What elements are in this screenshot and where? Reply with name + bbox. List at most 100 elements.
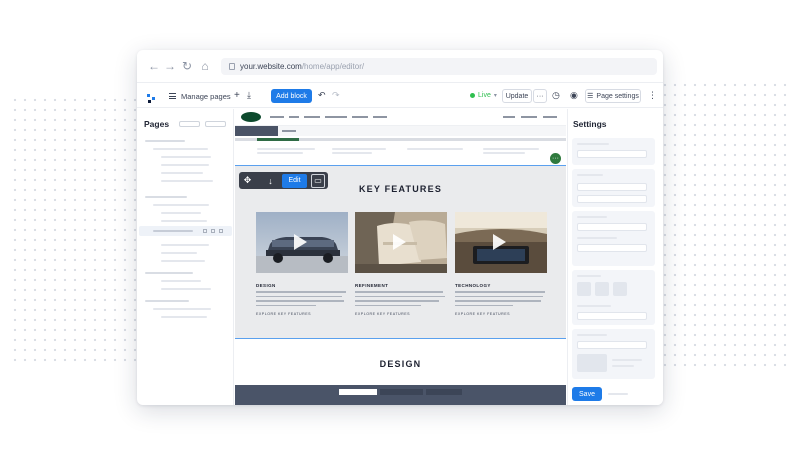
page-tree-item[interactable]	[161, 244, 209, 246]
key-features-block[interactable]: ✥ ↓ Edit ▭ KEY FEATURES DESIGN EXPLORE K…	[235, 165, 566, 339]
settings-footer-label	[608, 393, 628, 395]
forward-arrow-icon[interactable]: →	[163, 59, 177, 73]
site-menu-link[interactable]	[543, 116, 557, 118]
page-tree-item[interactable]	[161, 164, 209, 166]
key-features-heading: KEY FEATURES	[358, 184, 443, 194]
site-nav-link[interactable]	[289, 116, 299, 118]
feature-card: REFINEMENT EXPLORE KEY FEATURES	[355, 212, 447, 316]
page-settings-button[interactable]: ☰ Page settings	[585, 89, 641, 103]
subnav-active-tab[interactable]	[235, 126, 278, 136]
kebab-menu-icon[interactable]: ⋮	[648, 90, 657, 101]
site-search-link[interactable]	[503, 116, 515, 118]
settings-preview-box[interactable]	[577, 354, 607, 372]
page-tree-item[interactable]	[161, 288, 211, 290]
play-icon[interactable]	[393, 234, 406, 250]
settings-select[interactable]	[577, 341, 647, 349]
settings-input[interactable]	[577, 244, 647, 252]
card-image-technology[interactable]	[455, 212, 547, 273]
settings-option-tile[interactable]	[613, 282, 627, 296]
page-tree-item[interactable]	[145, 140, 185, 142]
settings-option-tile[interactable]	[577, 282, 591, 296]
settings-input[interactable]	[577, 312, 647, 320]
plus-icon[interactable]: +	[234, 90, 240, 101]
block-options-icon[interactable]: ···	[550, 153, 561, 164]
page-tree-item[interactable]	[145, 300, 189, 302]
card-link[interactable]: EXPLORE KEY FEATURES	[355, 312, 447, 316]
page-copy-icon[interactable]	[203, 229, 207, 233]
eye-icon[interactable]: ◉	[570, 90, 578, 101]
card-link[interactable]: EXPLORE KEY FEATURES	[256, 312, 348, 316]
site-nav-link[interactable]	[373, 116, 387, 118]
chevron-down-icon: ▾	[493, 93, 497, 99]
settings-section	[572, 329, 655, 379]
import-icon[interactable]: ⤓	[247, 90, 251, 101]
update-more-button[interactable]: ···	[533, 89, 547, 103]
play-icon[interactable]	[493, 234, 506, 250]
card-text-line	[355, 291, 443, 293]
site-nav-link[interactable]	[325, 116, 347, 118]
site-nav-link[interactable]	[270, 116, 284, 118]
page-tree-item[interactable]	[153, 204, 209, 206]
page-tree-item[interactable]	[161, 252, 197, 254]
address-bar[interactable]: your.website.com/home/app/editor/	[221, 58, 657, 75]
app-logo-icon	[147, 91, 156, 103]
page-tree-item[interactable]	[161, 172, 203, 174]
settings-select[interactable]	[577, 183, 647, 191]
save-button[interactable]: Save	[572, 387, 602, 401]
page-tree-item-selected[interactable]	[139, 226, 232, 236]
reload-icon[interactable]: ↻	[180, 59, 194, 73]
page-tree-item[interactable]	[161, 316, 207, 318]
back-arrow-icon[interactable]: ←	[147, 59, 161, 73]
page-tree-item[interactable]	[161, 280, 201, 282]
design-heading: DESIGN	[379, 359, 422, 369]
undo-icon[interactable]: ↶	[318, 90, 326, 101]
page-tree-item[interactable]	[153, 308, 211, 310]
page-tree-item[interactable]	[145, 272, 193, 274]
settings-select[interactable]	[577, 195, 647, 203]
manage-pages-button[interactable]: Manage pages	[169, 90, 231, 102]
site-nav-link[interactable]	[352, 116, 368, 118]
settings-label	[612, 365, 634, 367]
settings-label	[577, 334, 607, 336]
page-canvas[interactable]: ··· ✥ ↓ Edit ▭ KEY FEATURES DESIGN EXPLO…	[235, 109, 566, 405]
design-tab[interactable]	[426, 389, 462, 395]
settings-input[interactable]	[577, 150, 647, 158]
page-tree-item[interactable]	[161, 156, 211, 158]
page-settings-icon[interactable]	[211, 229, 215, 233]
page-tree-item[interactable]	[145, 196, 187, 198]
card-image-design[interactable]	[256, 212, 348, 273]
pages-action-button-2[interactable]	[205, 121, 226, 127]
page-tree-item[interactable]	[153, 148, 208, 150]
design-tab[interactable]	[380, 389, 423, 395]
page-tree-item[interactable]	[161, 260, 205, 262]
update-button[interactable]: Update	[502, 89, 532, 103]
settings-label	[577, 237, 617, 239]
decorative-dot-grid-left	[10, 95, 140, 365]
settings-label	[577, 275, 601, 277]
redo-icon[interactable]: ↷	[332, 90, 340, 101]
live-label: Live	[478, 92, 491, 99]
card-text-line	[256, 295, 342, 297]
play-icon[interactable]	[294, 234, 307, 250]
subnav-link[interactable]	[282, 130, 296, 132]
editor-toolbar: Manage pages + ⤓ Add block ↶ ↷ Live ▾ Up…	[137, 84, 663, 108]
page-tree-item[interactable]	[161, 220, 207, 222]
page-tree-item[interactable]	[161, 212, 201, 214]
add-block-button[interactable]: Add block	[271, 89, 312, 103]
home-icon[interactable]: ⌂	[198, 59, 212, 73]
editor-window: ← → ↻ ⌂ your.website.com/home/app/editor…	[137, 50, 663, 405]
lock-icon	[229, 63, 235, 70]
page-tree-item[interactable]	[161, 180, 213, 182]
settings-option-tile[interactable]	[595, 282, 609, 296]
card-image-refinement[interactable]	[355, 212, 447, 273]
card-link[interactable]: EXPLORE KEY FEATURES	[455, 312, 547, 316]
card-text-line	[455, 295, 543, 297]
design-tab-active[interactable]	[339, 389, 377, 395]
site-nav-link[interactable]	[304, 116, 320, 118]
site-retailer-link[interactable]	[521, 116, 537, 118]
card-text-line	[355, 295, 445, 297]
pages-action-button-1[interactable]	[179, 121, 200, 127]
settings-input[interactable]	[577, 223, 647, 231]
page-delete-icon[interactable]	[219, 229, 223, 233]
history-icon[interactable]: ◷	[552, 90, 560, 101]
